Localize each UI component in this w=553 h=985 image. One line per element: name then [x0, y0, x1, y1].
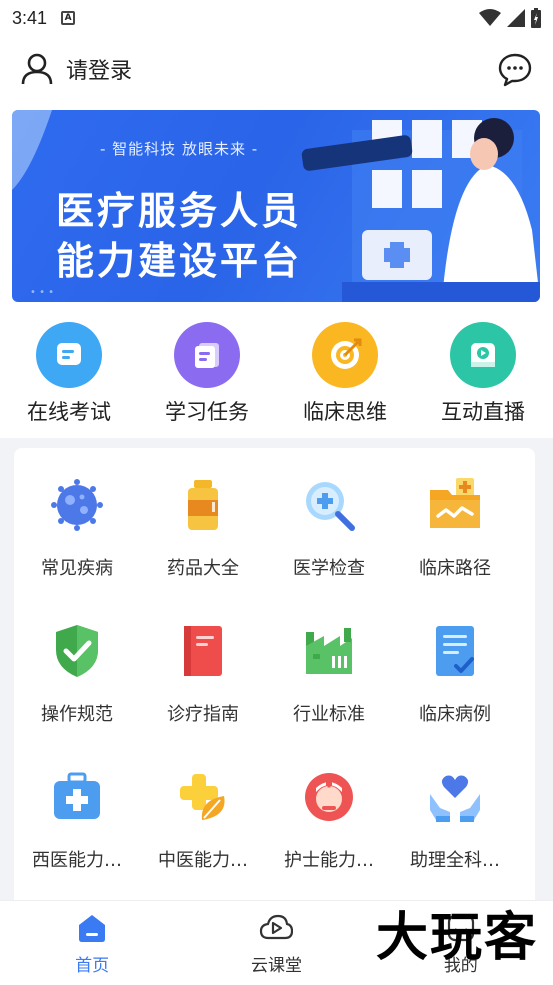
grid-item-label: 助理全科…	[410, 850, 500, 871]
grid-item-label: 行业标准	[293, 704, 365, 725]
grid-item-clinical-cases[interactable]: 临床病例	[392, 622, 518, 768]
message-icon[interactable]	[497, 51, 533, 87]
battery-icon	[531, 8, 541, 28]
cloud-play-icon	[260, 914, 294, 940]
guide-book-icon	[184, 626, 222, 676]
top-header: 请登录	[0, 36, 553, 102]
quick-action-label: 学习任务	[165, 400, 249, 424]
grid-item-industry-standards[interactable]: 行业标准	[266, 622, 392, 768]
watermark-text: 大玩客	[376, 907, 539, 968]
grid-item-medical-exam[interactable]: 医学检查	[266, 476, 392, 622]
banner-title-line2: 能力建设平台	[56, 239, 303, 283]
user-icon[interactable]	[20, 52, 54, 86]
shield-check-icon	[56, 625, 98, 677]
quick-actions: 在线考试 学习任务 临床思维 互动直播	[0, 310, 553, 438]
grid-item-label: 操作规范	[41, 704, 113, 725]
care-hands-icon	[430, 775, 480, 822]
medicine-bottle-icon	[188, 480, 218, 530]
target-icon	[312, 322, 378, 388]
home-icon	[79, 915, 106, 942]
magnifier-icon	[306, 482, 355, 531]
signal-icon	[507, 9, 525, 27]
quick-action-label: 互动直播	[441, 400, 525, 424]
nav-home[interactable]: 首页	[0, 901, 184, 985]
grid-item-label: 临床路径	[419, 558, 491, 579]
login-link[interactable]: 请登录	[66, 53, 132, 85]
grid-item-label: 医学检查	[293, 558, 365, 579]
herbal-icon	[180, 774, 225, 820]
banner-title-line1: 医疗服务人员	[56, 189, 303, 233]
banner-carousel[interactable]: - 智能科技 放眼未来 - 医疗服务人员 能力建设平台 • • •	[12, 110, 540, 302]
grid-item-tcm[interactable]: 中医能力…	[140, 768, 266, 914]
grid-item-common-diseases[interactable]: 常见疾病	[14, 476, 140, 622]
nav-cloud-classroom[interactable]: 云课堂	[184, 901, 368, 985]
grid-item-label: 药品大全	[167, 558, 239, 579]
quick-action-task[interactable]: 学习任务	[138, 310, 276, 438]
nav-label: 首页	[75, 956, 110, 976]
nurse-icon	[305, 773, 353, 821]
status-indicators	[479, 8, 541, 28]
grid-item-drug-encyclopedia[interactable]: 药品大全	[140, 476, 266, 622]
nav-label: 云课堂	[250, 956, 302, 976]
feature-grid-card: 常见疾病 药品大全 医学检查 临床路径 操作规范 诊疗指南 行业标准 临床病例 …	[14, 448, 535, 908]
grid-item-label: 诊疗指南	[167, 704, 239, 725]
grid-item-treatment-guide[interactable]: 诊疗指南	[140, 622, 266, 768]
quick-action-clinical-thinking[interactable]: 临床思维	[276, 310, 414, 438]
banner-section: - 智能科技 放眼未来 - 医疗服务人员 能力建设平台 • • •	[0, 102, 553, 310]
task-icon	[174, 322, 240, 388]
carousel-indicator: • • •	[30, 287, 55, 298]
factory-icon	[306, 628, 352, 674]
grid-item-label: 常见疾病	[41, 558, 113, 579]
notification-icon: A	[61, 11, 76, 25]
grid-item-general-practice-assistant[interactable]: 助理全科…	[392, 768, 518, 914]
grid-item-western-medicine[interactable]: 西医能力…	[14, 768, 140, 914]
quick-action-label: 在线考试	[27, 400, 111, 424]
banner-slogan: - 智能科技 放眼未来 -	[100, 140, 259, 158]
exam-icon	[36, 322, 102, 388]
status-bar: 3:41 A	[0, 0, 553, 36]
live-icon	[450, 322, 516, 388]
wifi-icon	[479, 9, 501, 26]
feature-grid: 常见疾病 药品大全 医学检查 临床路径 操作规范 诊疗指南 行业标准 临床病例 …	[14, 448, 535, 914]
quick-action-live[interactable]: 互动直播	[414, 310, 552, 438]
grid-item-nurse[interactable]: 护士能力…	[266, 768, 392, 914]
grid-item-label: 临床病例	[419, 704, 491, 725]
folder-path-icon	[430, 478, 480, 528]
medical-kit-icon	[54, 772, 100, 819]
case-document-icon	[436, 626, 474, 676]
grid-item-label: 西医能力…	[32, 850, 122, 871]
quick-action-exam[interactable]: 在线考试	[0, 310, 138, 438]
quick-action-label: 临床思维	[303, 400, 387, 424]
grid-item-label: 护士能力…	[284, 850, 374, 871]
grid-item-clinical-pathway[interactable]: 临床路径	[392, 476, 518, 622]
grid-item-operation-norms[interactable]: 操作规范	[14, 622, 140, 768]
status-time: 3:41	[12, 7, 48, 28]
virus-icon	[51, 479, 103, 531]
grid-item-label: 中医能力…	[158, 850, 248, 871]
